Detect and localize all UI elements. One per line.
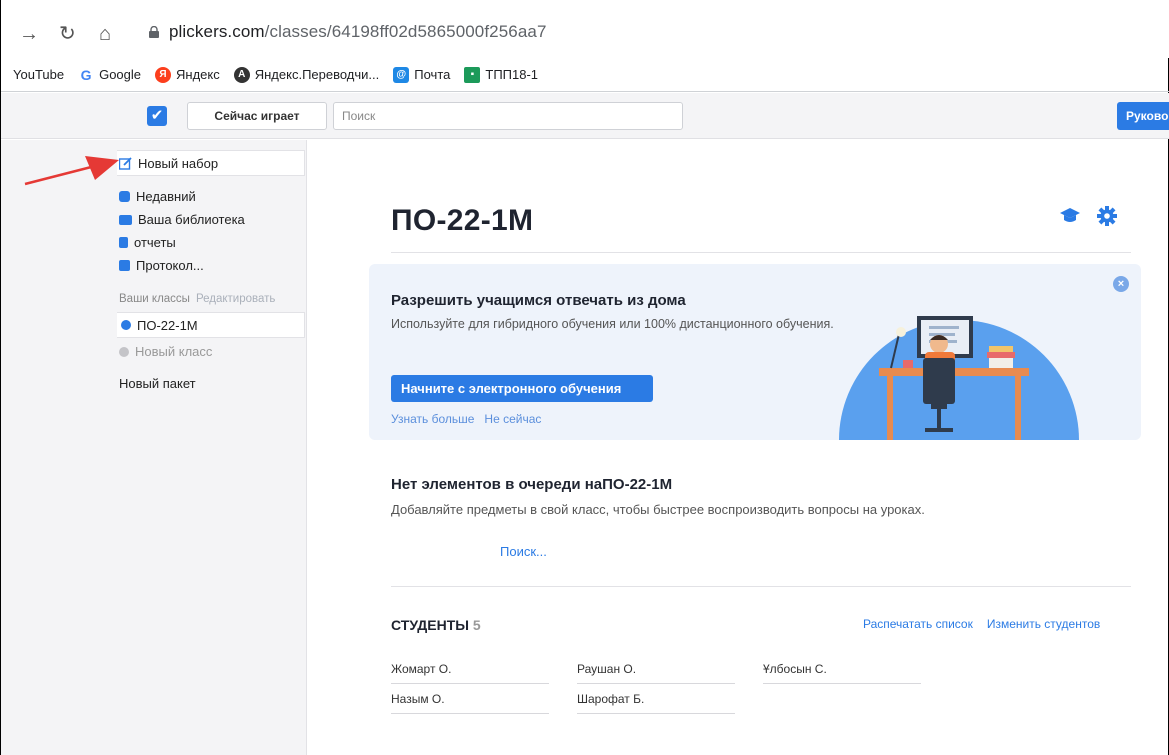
- sidebar-item-recent[interactable]: Недавний: [119, 189, 196, 204]
- banner-links: Узнать больше Не сейчас: [391, 412, 541, 426]
- learn-more-link[interactable]: Узнать больше: [391, 412, 474, 426]
- forward-icon[interactable]: →: [19, 22, 39, 46]
- your-classes-header: Ваши классы Редактировать: [119, 293, 276, 305]
- plickers-logo-icon[interactable]: ✔: [147, 106, 167, 126]
- app-topbar: ✔ Сейчас играет Поиск Руково: [1, 93, 1169, 139]
- remote-learning-banner: Разрешить учащимся отвечать из дома Испо…: [369, 264, 1141, 440]
- sidebar-item-protocol[interactable]: Протокол...: [119, 258, 204, 273]
- grid-icon: [119, 260, 130, 271]
- banner-subtitle: Используйте для гибридного обучения или …: [391, 317, 834, 331]
- bookmark-yandex[interactable]: Я Яндекс: [155, 66, 220, 83]
- remote-learning-illustration: [839, 316, 1079, 440]
- class-color-dot: [121, 320, 131, 330]
- edit-students-link[interactable]: Изменить студентов: [987, 617, 1100, 631]
- sidebar-class-po-22-1m[interactable]: ПО-22-1М: [117, 312, 305, 338]
- close-icon[interactable]: ×: [1113, 276, 1129, 292]
- now-playing-button[interactable]: Сейчас играет: [187, 102, 327, 130]
- bookmarks-bar: YouTube G Google Я Яндекс A Яндекс.Перев…: [1, 58, 1169, 92]
- not-now-link[interactable]: Не сейчас: [484, 412, 541, 426]
- queue-empty-title: Нет элементов в очереди наПО-22-1М: [391, 476, 673, 493]
- browser-toolbar: → ↻ ⌂ plickers.com/classes/64198ff02d586…: [1, 0, 1169, 58]
- annotation-arrow-icon: [24, 156, 119, 186]
- mail-icon: @: [393, 66, 410, 83]
- divider: [391, 586, 1131, 587]
- queue-search-link[interactable]: Поиск...: [500, 544, 547, 559]
- student-item[interactable]: Ұлбосын С.: [763, 662, 921, 684]
- sidebar-item-reports[interactable]: отчеты: [119, 235, 176, 250]
- url-text[interactable]: plickers.com/classes/64198ff02d5865000f2…: [169, 22, 547, 42]
- bookmark-tpp18[interactable]: ▪ ТПП18-1: [464, 66, 538, 83]
- bookmark-mail[interactable]: @ Почта: [393, 66, 450, 83]
- page-title: ПО-22-1М: [391, 204, 534, 237]
- home-icon[interactable]: ⌂: [99, 22, 111, 46]
- sidebar-new-class[interactable]: Новый класс: [119, 344, 212, 359]
- plus-circle-icon: [119, 346, 129, 357]
- edit-classes-link[interactable]: Редактировать: [196, 293, 275, 305]
- new-pack-label: Новый пакет: [119, 376, 196, 391]
- search-input[interactable]: Поиск: [333, 102, 683, 130]
- sidebar-item-label: отчеты: [134, 235, 176, 250]
- guide-button[interactable]: Руково: [1117, 102, 1169, 130]
- divider: [391, 252, 1131, 253]
- bookmark-yandex-translate[interactable]: A Яндекс.Переводчи...: [233, 66, 379, 83]
- student-item[interactable]: Назым О.: [391, 692, 549, 714]
- sidebar-new-set[interactable]: Новый набор: [117, 150, 305, 176]
- graduation-cap-icon[interactable]: [1059, 206, 1081, 226]
- print-list-link[interactable]: Распечатать список: [863, 617, 973, 631]
- banner-title: Разрешить учащимся отвечать из дома: [391, 292, 686, 309]
- sidebar-item-label: Ваша библиотека: [138, 212, 245, 227]
- student-item[interactable]: Шарофат Б.: [577, 692, 735, 714]
- student-item[interactable]: Жомарт О.: [391, 662, 549, 684]
- students-count: 5: [472, 617, 481, 633]
- gear-icon[interactable]: [1097, 206, 1117, 226]
- sidebar-new-set-label: Новый набор: [138, 155, 219, 171]
- sidebar: Новый набор Недавний Ваша библиотека отч…: [1, 140, 307, 755]
- students-heading: СТУДЕНТЫ 5: [391, 617, 481, 633]
- sidebar-item-label: Недавний: [136, 189, 196, 204]
- yandex-icon: Я: [155, 66, 172, 83]
- reports-icon: [119, 237, 128, 248]
- yandex-translate-icon: A: [233, 66, 250, 83]
- classroom-icon: ▪: [464, 66, 481, 83]
- class-label: ПО-22-1М: [137, 317, 198, 333]
- bookmark-google[interactable]: G Google: [78, 67, 141, 83]
- sidebar-item-library[interactable]: Ваша библиотека: [119, 212, 245, 227]
- bookmark-youtube[interactable]: YouTube: [13, 67, 64, 82]
- lock-icon: [149, 26, 159, 38]
- class-actions: [1059, 206, 1117, 226]
- folder-icon: [119, 214, 132, 225]
- students-actions: Распечатать список Изменить студентов: [863, 617, 1100, 631]
- student-item[interactable]: Раушан О.: [577, 662, 735, 684]
- new-class-label: Новый класс: [135, 344, 213, 359]
- sidebar-item-label: Протокол...: [136, 258, 204, 273]
- sidebar-new-pack[interactable]: Новый пакет: [119, 376, 196, 391]
- reload-icon[interactable]: ↻: [59, 22, 76, 46]
- google-g-icon: G: [80, 66, 92, 83]
- queue-empty-subtitle: Добавляйте предметы в свой класс, чтобы …: [391, 502, 925, 517]
- start-elearning-button[interactable]: Начните с электронного обучения: [391, 375, 653, 402]
- recent-icon: [119, 191, 130, 202]
